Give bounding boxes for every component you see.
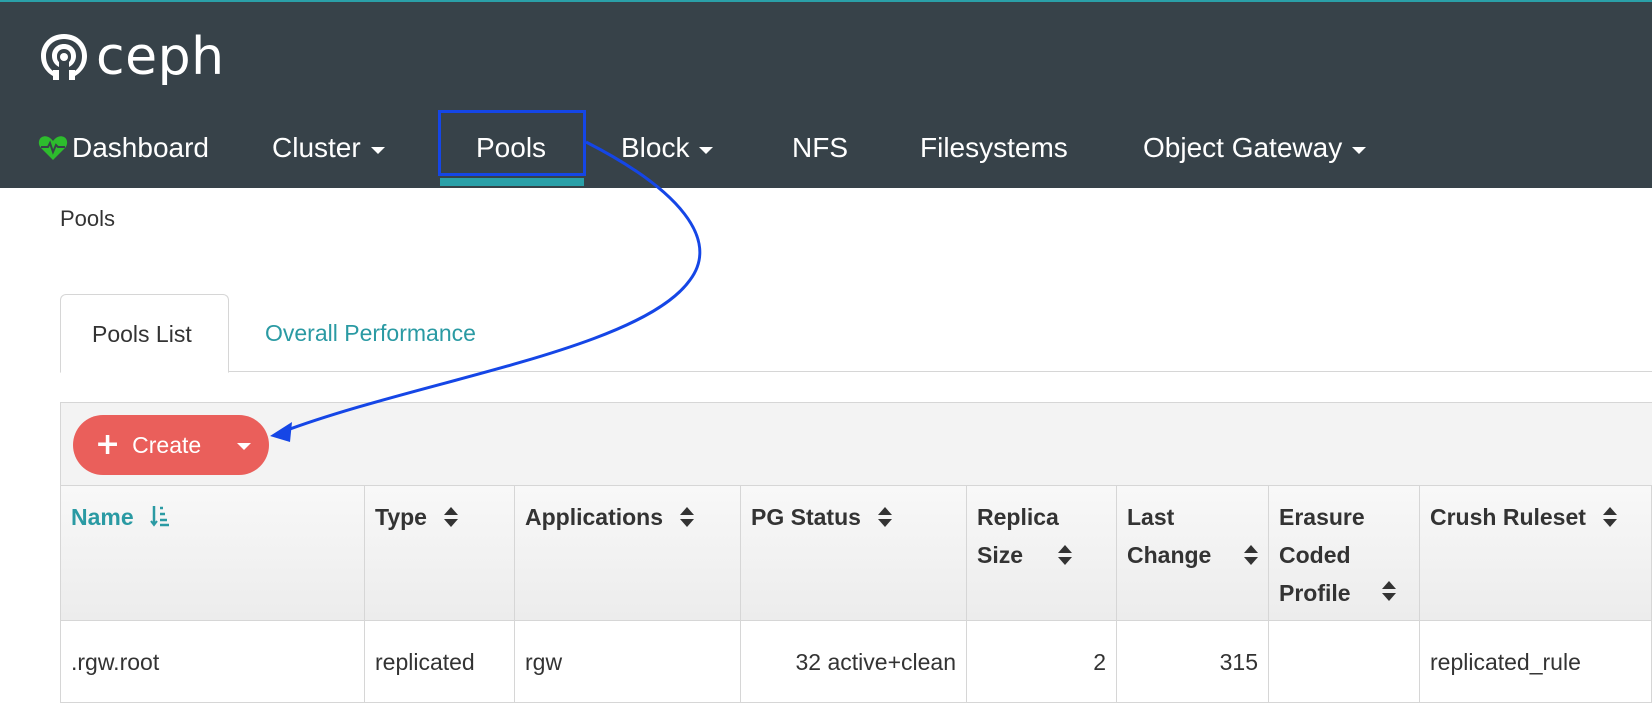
column-header-label: Erasure Coded Profile — [1279, 504, 1365, 606]
sortable-icon — [1058, 545, 1072, 565]
column-header-crush-ruleset[interactable]: Crush Ruleset — [1420, 486, 1652, 620]
sortable-icon — [1603, 507, 1618, 527]
navbar: ceph Dashboard Cluster Pools Block NFS F… — [0, 2, 1652, 188]
nav-filesystems[interactable]: Filesystems — [920, 108, 1068, 188]
tab-bar: Pools List Overall Performance — [60, 294, 1652, 373]
heartbeat-icon — [38, 136, 68, 160]
column-header-name[interactable]: Name — [61, 486, 365, 620]
sortable-icon — [1244, 545, 1258, 565]
chevron-down-icon — [1352, 147, 1367, 154]
nav-filesystems-label: Filesystems — [920, 132, 1068, 163]
plus-icon: + — [95, 427, 121, 462]
column-header-applications[interactable]: Applications — [515, 486, 741, 620]
ceph-logo-icon — [41, 34, 87, 80]
cell-crush-ruleset: replicated_rule — [1420, 621, 1652, 702]
nav-nfs-label: NFS — [792, 132, 848, 163]
nav-cluster-label: Cluster — [272, 132, 361, 163]
column-header-erasure-coded-profile[interactable]: Erasure Coded Profile — [1269, 486, 1420, 620]
column-header-label: Applications — [525, 504, 664, 530]
sortable-icon — [1382, 581, 1396, 601]
nav-object-gateway-label: Object Gateway — [1143, 132, 1343, 163]
breadcrumb: Pools — [60, 206, 116, 231]
column-header-type[interactable]: Type — [365, 486, 515, 620]
create-button[interactable]: + Create — [73, 415, 269, 475]
pools-table: Name Type Applications PG Status Replica… — [60, 486, 1652, 703]
cell-type: replicated — [365, 621, 515, 702]
nav-block[interactable]: Block — [621, 108, 714, 188]
cell-pg-status: 32 active+clean — [741, 621, 967, 702]
column-header-label: PG Status — [751, 504, 861, 530]
sortable-icon — [680, 507, 695, 527]
table-toolbar: + Create — [60, 402, 1652, 486]
annotation-highlight-box — [438, 110, 586, 176]
cell-erasure-coded-profile — [1269, 621, 1420, 702]
create-button-label: Create — [132, 431, 202, 458]
brand-name: ceph — [96, 27, 225, 87]
column-header-replica-size[interactable]: Replica Size — [967, 486, 1117, 620]
nav-active-indicator — [440, 178, 584, 186]
column-header-label: Last Change — [1127, 504, 1212, 568]
cell-name: .rgw.root — [61, 621, 365, 702]
chevron-down-icon — [699, 147, 714, 154]
cell-last-change: 315 — [1117, 621, 1269, 702]
brand[interactable]: ceph — [38, 30, 225, 84]
nav-dashboard-label: Dashboard — [72, 132, 209, 163]
tab-pools-list[interactable]: Pools List — [60, 294, 229, 373]
cell-replica-size: 2 — [967, 621, 1117, 702]
column-header-label: Type — [375, 504, 427, 530]
column-header-last-change[interactable]: Last Change — [1117, 486, 1269, 620]
table-header-row: Name Type Applications PG Status Replica… — [60, 486, 1652, 621]
nav-block-label: Block — [621, 132, 690, 163]
chevron-down-icon[interactable] — [237, 443, 251, 450]
column-header-label: Name — [71, 504, 134, 530]
nav-object-gateway[interactable]: Object Gateway — [1143, 108, 1367, 188]
main-nav: Dashboard Cluster Pools Block NFS Filesy… — [0, 108, 1652, 188]
nav-nfs[interactable]: NFS — [792, 108, 848, 188]
chevron-down-icon — [370, 147, 385, 154]
column-header-pg-status[interactable]: PG Status — [741, 486, 967, 620]
sortable-icon — [878, 507, 893, 527]
column-header-label: Crush Ruleset — [1430, 504, 1586, 530]
cell-applications: rgw — [515, 621, 741, 702]
tab-overall-performance[interactable]: Overall Performance — [231, 294, 507, 372]
nav-dashboard[interactable]: Dashboard — [38, 108, 209, 188]
nav-cluster[interactable]: Cluster — [272, 108, 385, 188]
sorted-ascending-icon — [150, 506, 170, 527]
table-row[interactable]: .rgw.root replicated rgw 32 active+clean… — [60, 621, 1652, 703]
sortable-icon — [444, 507, 459, 527]
